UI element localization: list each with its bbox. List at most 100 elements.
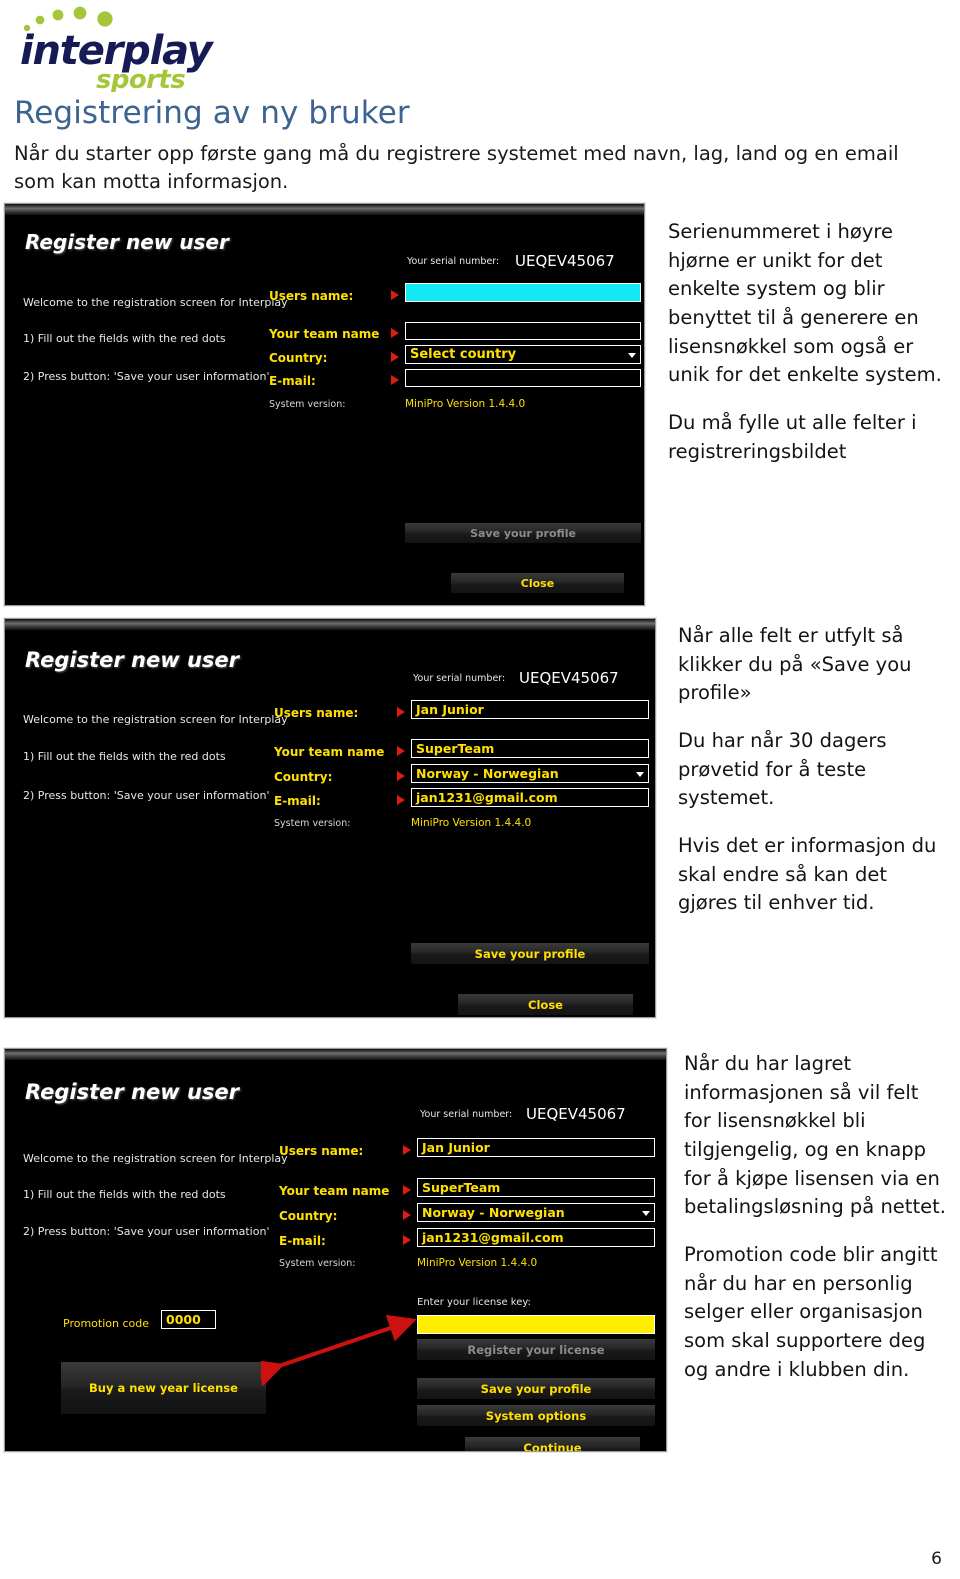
screenshot-register-new-user-empty: Register new user Welcome to the registr… [4,203,645,606]
required-marker-icon [391,290,399,300]
page-title: Registrering av ny bruker [14,95,410,131]
close-button[interactable]: Close [458,994,633,1015]
interplay-sports-logo: interplay sports [14,6,246,92]
required-marker-icon [403,1185,411,1195]
country-select[interactable]: Norway - Norwegian [417,1203,655,1222]
step-2-line: 2) Press button: 'Save your user informa… [23,1225,270,1238]
users-name-input[interactable]: Jan Junior [417,1138,655,1157]
serial-number-value: UEQEV45067 [515,252,615,270]
team-name-input[interactable] [405,322,641,340]
chevron-down-icon[interactable] [642,1211,650,1216]
email-label: E-mail: [279,1234,326,1248]
note-3-paragraph-1: Når du har lagret informasjonen så vil f… [684,1052,946,1219]
annotation-arrow-icon [261,1314,417,1387]
email-input[interactable]: jan1231@gmail.com [417,1228,655,1247]
screenshot-register-new-user-license: Register new user Welcome to the registr… [4,1048,667,1452]
users-name-label: Users name: [274,706,359,720]
note-1-paragraph-1: Serienummeret i høyre hjørne er unikt fo… [668,220,942,387]
note-1-paragraph-2: Du må fylle ut alle felter i registrerin… [668,410,917,463]
license-key-label: Enter your license key: [417,1297,531,1308]
system-version-value: MiniPro Version 1.4.4.0 [405,398,526,410]
system-options-button[interactable]: System options [417,1405,655,1426]
team-name-label: Your team name [279,1184,390,1198]
team-name-label: Your team name [269,327,380,341]
email-label: E-mail: [269,374,316,388]
save-profile-button[interactable]: Save your profile [411,943,649,964]
step-1-line: 1) Fill out the fields with the red dots [23,1188,226,1201]
team-name-input[interactable]: SuperTeam [417,1178,655,1197]
required-marker-icon [391,352,399,362]
required-marker-icon [403,1210,411,1220]
required-marker-icon [397,771,405,781]
system-version-value: MiniPro Version 1.4.4.0 [417,1257,538,1269]
email-input[interactable] [405,369,641,387]
country-label: Country: [274,770,333,784]
required-marker-icon [397,746,405,756]
welcome-line: Welcome to the registration screen for I… [23,296,288,309]
window-titlebar [5,619,655,630]
welcome-line: Welcome to the registration screen for I… [23,1152,288,1165]
system-version-value: MiniPro Version 1.4.4.0 [411,817,532,829]
note-2-paragraph-2: Du har når 30 dagers prøvetid for å test… [678,728,887,810]
required-marker-icon [403,1235,411,1245]
team-name-label: Your team name [274,745,385,759]
register-license-button[interactable]: Register your license [417,1339,655,1360]
email-input[interactable]: jan1231@gmail.com [411,788,649,807]
users-name-input[interactable] [405,283,641,302]
note-3-paragraph-2: Promotion code blir angitt når du har en… [684,1242,938,1381]
serial-number-label: Your serial number: [413,673,506,684]
users-name-label: Users name: [269,289,354,303]
team-name-input[interactable]: SuperTeam [411,739,649,758]
note-2-paragraph-3: Hvis det er informasjon du skal endre så… [678,833,937,915]
required-marker-icon [397,795,405,805]
required-marker-icon [397,707,405,717]
note-2: Når alle felt er utfylt så klikker du på… [678,622,950,918]
step-1-line: 1) Fill out the fields with the red dots [23,750,226,763]
system-version-label: System version: [269,399,346,410]
logo-artwork: interplay sports [20,6,216,92]
serial-number-value: UEQEV45067 [526,1105,626,1123]
serial-number-label: Your serial number: [420,1109,513,1120]
promotion-code-label: Promotion code [63,1317,149,1330]
users-name-input[interactable]: Jan Junior [411,700,649,719]
country-select[interactable]: Norway - Norwegian [411,764,649,783]
save-profile-button[interactable]: Save your profile [417,1378,655,1399]
document-page: interplay sports Registrering av ny bruk… [0,0,960,1579]
app-title: Register new user [25,230,229,254]
window-titlebar [5,1049,666,1060]
system-version-label: System version: [279,1258,356,1269]
app-title: Register new user [25,648,239,672]
required-marker-icon [403,1145,411,1155]
country-label: Country: [269,351,328,365]
country-select[interactable]: Select country [405,345,641,364]
serial-number-label: Your serial number: [407,256,500,267]
chevron-down-icon[interactable] [636,772,644,777]
note-2-paragraph-1: Når alle felt er utfylt så klikker du på… [678,624,912,705]
promotion-code-input[interactable]: 0000 [161,1310,216,1329]
buy-new-year-license-button[interactable]: Buy a new year license [61,1362,266,1414]
system-version-label: System version: [274,818,351,829]
app-title: Register new user [25,1080,239,1104]
page-intro: Når du starter opp første gang må du reg… [14,142,899,193]
step-2-line: 2) Press button: 'Save your user informa… [23,370,270,383]
note-3: Når du har lagret informasjonen så vil f… [684,1050,950,1384]
users-name-label: Users name: [279,1144,364,1158]
required-marker-icon [391,375,399,385]
required-marker-icon [391,328,399,338]
svg-text:sports: sports [96,65,185,92]
screenshot-register-new-user-filled: Register new user Welcome to the registr… [4,618,656,1018]
welcome-line: Welcome to the registration screen for I… [23,713,288,726]
serial-number-value: UEQEV45067 [519,669,619,687]
page-number: 6 [931,1549,942,1569]
email-label: E-mail: [274,794,321,808]
save-profile-button[interactable]: Save your profile [405,523,641,543]
step-2-line: 2) Press button: 'Save your user informa… [23,789,270,802]
chevron-down-icon[interactable] [628,353,636,358]
country-label: Country: [279,1209,338,1223]
continue-button[interactable]: Continue [465,1437,640,1451]
license-key-input[interactable] [417,1315,655,1334]
window-titlebar [5,204,644,215]
close-button[interactable]: Close [451,573,624,593]
step-1-line: 1) Fill out the fields with the red dots [23,332,226,345]
note-1: Serienummeret i høyre hjørne er unikt fo… [668,218,946,466]
